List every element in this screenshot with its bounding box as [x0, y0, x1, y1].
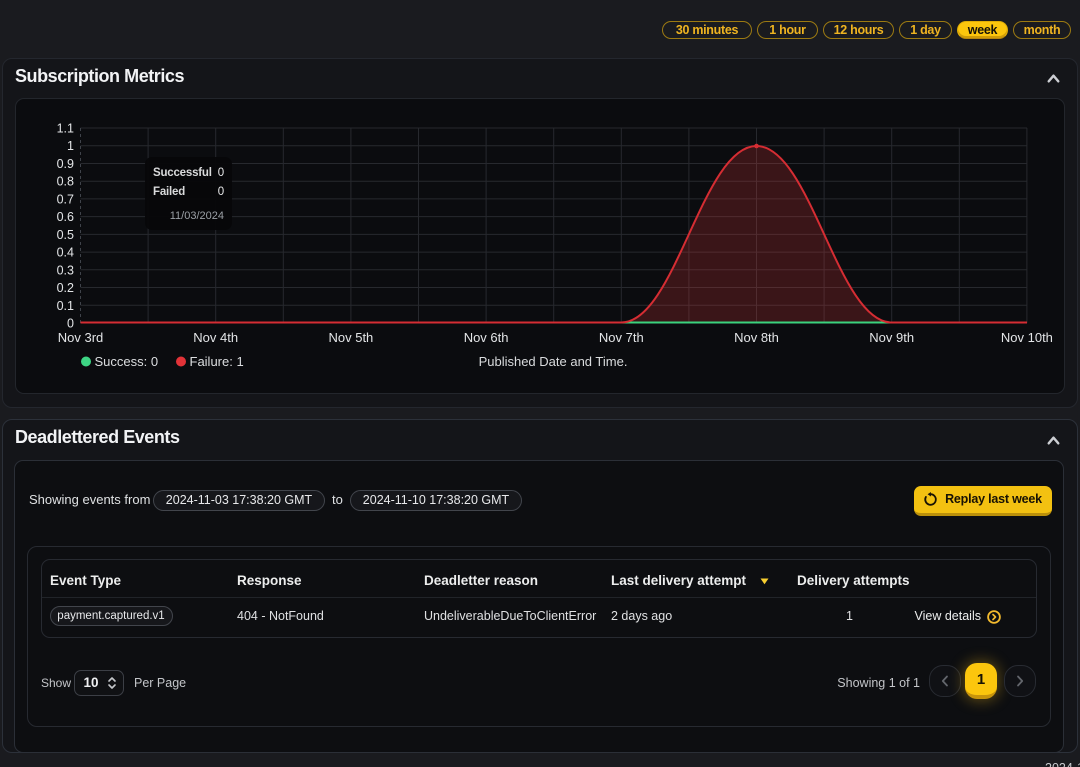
svg-text:0.4: 0.4 — [57, 245, 74, 259]
svg-text:0.9: 0.9 — [57, 157, 74, 171]
svg-text:0.2: 0.2 — [57, 281, 74, 295]
svg-text:0.6: 0.6 — [57, 210, 74, 224]
svg-text:0: 0 — [67, 316, 74, 330]
svg-text:Nov 3rd: Nov 3rd — [58, 330, 104, 345]
svg-text:1.1: 1.1 — [57, 121, 74, 135]
svg-text:Nov 8th: Nov 8th — [734, 330, 779, 345]
svg-text:0.7: 0.7 — [57, 192, 74, 206]
svg-text:Nov 4th: Nov 4th — [193, 330, 238, 345]
svg-text:Success: 0: Success: 0 — [95, 354, 159, 369]
svg-text:1: 1 — [67, 139, 74, 153]
svg-text:Nov 9th: Nov 9th — [869, 330, 914, 345]
svg-text:0.1: 0.1 — [57, 298, 74, 312]
svg-text:Nov 5th: Nov 5th — [328, 330, 373, 345]
svg-text:Nov 10th: Nov 10th — [1001, 330, 1053, 345]
svg-text:Failure: 1: Failure: 1 — [190, 354, 244, 369]
svg-text:0.3: 0.3 — [57, 263, 74, 277]
svg-text:Nov 7th: Nov 7th — [599, 330, 644, 345]
svg-text:0.8: 0.8 — [57, 174, 74, 188]
svg-text:Published Date and Time.: Published Date and Time. — [479, 354, 628, 369]
svg-text:0.5: 0.5 — [57, 227, 74, 241]
svg-text:Nov 6th: Nov 6th — [464, 330, 509, 345]
